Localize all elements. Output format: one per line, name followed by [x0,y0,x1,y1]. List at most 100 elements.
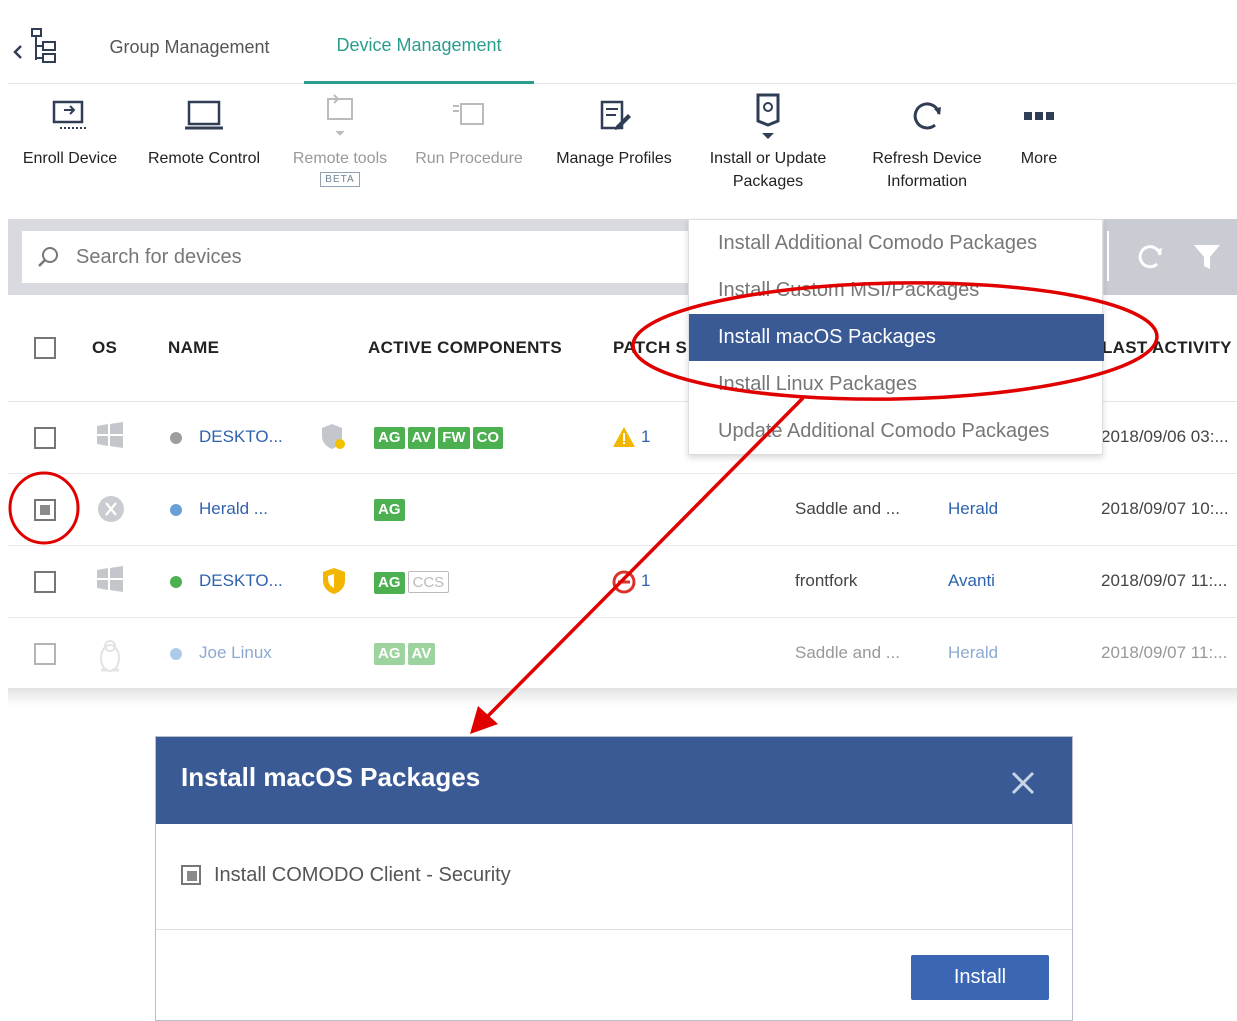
tab-device-management[interactable]: Device Management [304,10,534,84]
patch-error-icon [612,570,636,599]
last-activity: 2018/09/06 03:... [1101,427,1229,446]
install-update-packages-button[interactable]: Install or Update Packages [698,85,838,219]
patch-count[interactable]: 1 [641,571,650,591]
column-os[interactable]: OS [92,338,117,358]
component-badge: AG [374,499,405,521]
component-badge: AG [374,572,405,594]
run-procedure-button[interactable]: Run Procedure [406,85,532,219]
filter-icon[interactable] [1192,241,1222,273]
toolbar: Enroll Device Remote Control Remote tool… [8,85,1237,219]
dialog-divider [156,929,1072,930]
menu-item-install-additional-comodo[interactable]: Install Additional Comodo Packages [689,220,1104,267]
annotation-arrow-head [470,706,498,734]
table-row[interactable]: Herald ... AG Saddle and ... Herald 2018/09/… [8,474,1237,546]
table-row[interactable]: DESKTO... AG CCS 1 frontfork Avanti 2018/09/07… [8,546,1237,618]
menu-item-install-custom-msi[interactable]: Install Custom MSI/Packages [689,267,1104,314]
search-placeholder: Search for devices [76,245,242,268]
row-checkbox[interactable] [34,499,56,521]
company-name: frontfork [795,571,858,590]
patch-count[interactable]: 1 [641,427,650,447]
laptop-icon [183,85,225,147]
manage-profiles-button[interactable]: Manage Profiles [544,85,684,219]
remote-tools-button[interactable]: Remote tools BETA [280,85,400,219]
more-dots-icon [1022,85,1056,147]
component-badge: CO [472,427,504,449]
install-label-line2: Packages [732,173,804,190]
column-patch-status[interactable]: PATCH S [613,338,687,358]
comodo-client-security-label: Install COMODO Client - Security [214,864,511,886]
enroll-device-label: Enroll Device [22,150,118,167]
refresh-label-line1: Refresh Device [872,150,982,167]
last-activity: 2018/09/07 11:... [1101,571,1228,590]
refresh-device-information-label: Refresh Device Information [872,147,981,193]
refresh-icon [907,85,947,147]
column-last-activity[interactable]: LAST ACTIVITY [1102,338,1232,358]
remote-control-label: Remote Control [147,150,261,167]
last-activity: 2018/09/07 10:... [1101,499,1229,518]
group-link[interactable]: Herald [948,499,998,519]
comodo-client-security-checkbox[interactable] [181,865,201,885]
enroll-device-button[interactable]: Enroll Device [8,85,132,219]
faded-row-overlay [8,620,1237,690]
component-badge-disabled: CCS [407,571,450,593]
install-label-line1: Install or Update [709,150,827,167]
band-actions [1104,219,1237,295]
tab-group-management[interactable]: Group Management [92,10,287,84]
close-icon[interactable] [1010,770,1036,796]
more-label: More [1020,150,1058,167]
dialog-header: Install macOS Packages [156,737,1072,824]
row-checkbox[interactable] [34,571,56,593]
select-all-checkbox[interactable] [34,337,56,359]
run-procedure-label: Run Procedure [415,150,523,167]
device-name-link[interactable]: DESKTO... [199,427,283,447]
enroll-device-icon [50,85,90,147]
manage-profiles-icon [594,85,634,147]
component-badge: AV [407,427,436,449]
remote-tools-label: Remote tools [292,150,388,167]
menu-item-install-macos[interactable]: Install macOS Packages [689,314,1104,361]
windows-os-icon [96,566,124,597]
windows-os-icon [96,422,124,453]
status-dot [170,576,182,588]
shield-warning-icon [320,422,348,457]
install-button[interactable]: Install [911,955,1049,1000]
status-dot [170,432,182,444]
manage-profiles-label: Manage Profiles [556,150,672,167]
dialog-title: Install macOS Packages [181,762,481,792]
active-components: AG [374,499,408,521]
menu-item-install-linux[interactable]: Install Linux Packages [689,361,1104,408]
macos-os-icon [96,494,126,529]
install-packages-menu: Install Additional Comodo Packages Insta… [688,219,1104,455]
beta-badge: BETA [320,172,360,187]
install-update-packages-label: Install or Update Packages [710,147,827,193]
more-button[interactable]: More [1004,85,1074,219]
package-icon [748,85,788,147]
reload-icon[interactable] [1134,241,1166,273]
search-input[interactable]: Search for devices [22,231,692,283]
refresh-device-information-button[interactable]: Refresh Device Information [856,85,998,219]
row-checkbox[interactable] [34,427,56,449]
band-divider [1107,231,1109,281]
shield-alert-icon [320,566,348,601]
active-components: AG CCS [374,571,452,594]
menu-item-update-additional-comodo[interactable]: Update Additional Comodo Packages [689,408,1104,455]
status-dot [170,504,182,516]
refresh-label-line2: Information [886,173,968,190]
tab-bar: Group Management Device Management [8,10,1237,84]
search-icon [38,247,58,267]
group-link[interactable]: Avanti [948,571,995,591]
remote-tools-icon [320,85,360,147]
patch-warning-icon [612,426,636,453]
column-name[interactable]: NAME [168,338,219,358]
device-name-link[interactable]: DESKTO... [199,571,283,591]
run-procedure-icon [449,85,489,147]
back-tree-icon[interactable] [10,24,62,68]
install-macos-dialog: Install macOS Packages Install COMODO Cl… [155,736,1073,1021]
remote-control-button[interactable]: Remote Control [138,85,270,219]
column-active-components[interactable]: ACTIVE COMPONENTS [368,338,562,358]
component-badge: FW [438,427,470,449]
torn-edge [8,688,1237,706]
component-badge: AG [374,427,405,449]
company-name: Saddle and ... [795,499,900,518]
device-name-link[interactable]: Herald ... [199,499,268,519]
